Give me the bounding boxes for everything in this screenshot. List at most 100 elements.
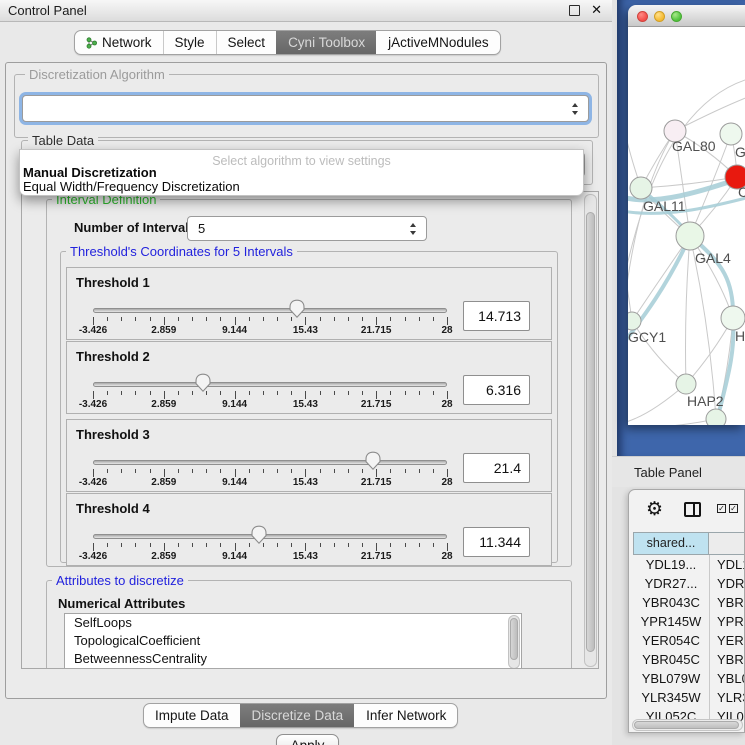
network-node-g[interactable]	[720, 123, 742, 145]
tab-cyni-toolbox[interactable]: Cyni Toolbox	[276, 31, 376, 54]
table-row[interactable]: YPR145WYPR1	[633, 612, 745, 631]
gear-icon[interactable]: ⚙	[646, 498, 663, 521]
axis-tick-label: 21.715	[361, 325, 392, 336]
network-node[interactable]	[706, 409, 726, 425]
tab-select[interactable]: Select	[216, 31, 277, 54]
cell-shared-name: YBR043C	[633, 593, 709, 612]
threshold-value-field[interactable]: 14.713	[463, 301, 530, 331]
tab-jactivemnodules[interactable]: jActiveMNodules	[376, 31, 500, 54]
threshold-value-field[interactable]: 11.344	[463, 527, 530, 557]
cell-shared-name: YER054C	[633, 631, 709, 650]
attribute-item[interactable]: BetweennessCentrality	[65, 650, 521, 668]
mac-close-button[interactable]	[637, 11, 648, 22]
application-root: Control Panel ✕ NetworkStyleSelectCyni T…	[0, 0, 745, 745]
axis-tick-label: 15.43	[293, 551, 318, 562]
number-of-intervals-value: 5	[198, 221, 404, 236]
attribute-item[interactable]: SelfLoops	[65, 614, 521, 632]
network-node-gal4[interactable]	[676, 222, 704, 250]
network-node-gal11[interactable]	[630, 177, 652, 199]
mac-zoom-button[interactable]	[671, 11, 682, 22]
tab-discretize-data[interactable]: Discretize Data	[240, 704, 355, 727]
table-row[interactable]: YLR345WYLR3	[633, 688, 745, 707]
list-scrollbar[interactable]	[508, 615, 520, 669]
cell-shared-name: YBR045C	[633, 650, 709, 669]
table-row[interactable]: YBR043CYBR0	[633, 593, 745, 612]
axis-tick-label: 21.715	[361, 551, 392, 562]
threshold-value-field[interactable]: 6.316	[463, 375, 530, 405]
slider-thumb[interactable]	[250, 525, 268, 545]
apply-button[interactable]: Apply	[276, 734, 339, 745]
algorithm-combo[interactable]	[22, 95, 589, 122]
network-window-titlebar	[628, 5, 745, 27]
slider-track[interactable]	[93, 534, 447, 539]
attribute-item[interactable]: TopologicalCoefficient	[65, 632, 521, 650]
list-scrollbar-thumb[interactable]	[510, 618, 518, 660]
table-row[interactable]: YDR27...YDR2	[633, 574, 745, 593]
pane-scrollbar-thumb[interactable]	[586, 212, 595, 652]
checkbox-icon[interactable]: ✓	[729, 504, 738, 513]
network-node-label: GCY1	[628, 329, 666, 345]
algorithm-option[interactable]: Equal Width/Frequency Discretization	[23, 180, 240, 194]
network-view-window: GAL80GCGAL11GAL4GCY1HHAP2	[628, 5, 745, 425]
table-row[interactable]: YBR045CYBR0	[633, 650, 745, 669]
slider-track[interactable]	[93, 308, 447, 313]
cell-name: YDL1	[709, 555, 745, 574]
numerical-attributes-list[interactable]: SelfLoopsTopologicalCoefficientBetweenne…	[64, 613, 522, 669]
float-window-icon[interactable]	[569, 5, 580, 16]
threshold-label: Threshold 2	[76, 349, 150, 364]
tab-impute-data[interactable]: Impute Data	[144, 704, 240, 727]
network-node-gcy1[interactable]	[628, 312, 641, 330]
slider-track[interactable]	[93, 382, 447, 387]
network-node-hap2[interactable]	[676, 374, 696, 394]
tab-label: Infer Network	[366, 704, 446, 728]
axis-tick-label: 9.144	[222, 399, 247, 410]
slider-tick-labels: -3.4262.8599.14415.4321.71528	[93, 325, 447, 337]
cell-name: YBR0	[709, 650, 745, 669]
network-canvas[interactable]: GAL80GCGAL11GAL4GCY1HHAP2	[628, 27, 745, 425]
cell-name: YBR0	[709, 593, 745, 612]
network-edge[interactable]	[632, 236, 690, 321]
tab-network[interactable]: Network	[75, 31, 163, 54]
slider-thumb[interactable]	[364, 451, 382, 471]
slider-tick-labels: -3.4262.8599.14415.4321.71528	[93, 477, 447, 489]
slider-thumb[interactable]	[194, 373, 212, 393]
table-row[interactable]: YER054CYER0	[633, 631, 745, 650]
cell-name: YLR3	[709, 688, 745, 707]
mac-minimize-button[interactable]	[654, 11, 665, 22]
pane-scrollbar[interactable]	[584, 194, 597, 667]
network-edge[interactable]	[686, 236, 691, 384]
table-rows: YDL19...YDL1YDR27...YDR2YBR043CYBR0YPR14…	[633, 555, 745, 726]
combo-arrows-icon	[410, 223, 417, 235]
algorithm-group-label: Discretization Algorithm	[25, 68, 169, 81]
cyni-toolbox-panel: Discretization Algorithm Table Data galF…	[5, 62, 607, 699]
column-view-icon[interactable]	[684, 502, 701, 517]
checkbox-icon[interactable]: ✓	[717, 504, 726, 513]
slider-tick-labels: -3.4262.8599.14415.4321.71528	[93, 551, 447, 563]
close-icon[interactable]: ✕	[591, 2, 602, 18]
slider-thumb[interactable]	[288, 299, 306, 319]
threshold-value-field[interactable]: 21.4	[463, 453, 530, 483]
cell-name: YER0	[709, 631, 745, 650]
attributes-group-label: Attributes to discretize	[52, 574, 188, 587]
cell-name: YBL0	[709, 669, 745, 688]
column-header[interactable]: na	[709, 532, 745, 555]
table-panel: ⚙ ✓ ✓ shared...na YDL19...YDL1YDR27...YD…	[628, 489, 745, 733]
threshold-label: Threshold 3	[76, 427, 150, 442]
table-hscrollbar-thumb[interactable]	[634, 721, 739, 729]
network-node-h[interactable]	[721, 306, 745, 330]
tab-infer-network[interactable]: Infer Network	[354, 704, 457, 727]
table-row[interactable]: YDL19...YDL1	[633, 555, 745, 574]
cell-shared-name: YDR27...	[633, 574, 709, 593]
table-hscrollbar[interactable]	[632, 719, 743, 731]
algorithm-option[interactable]: Manual Discretization	[23, 166, 157, 180]
tab-style[interactable]: Style	[163, 31, 216, 54]
number-of-intervals-combo[interactable]: 5	[187, 216, 427, 241]
slider-track[interactable]	[93, 460, 447, 465]
table-row[interactable]: YBL079WYBL0	[633, 669, 745, 688]
network-edge[interactable]	[628, 131, 675, 327]
threshold-panel: Threshold 3 -3.4262.8599.14415.4321.7152…	[66, 419, 552, 492]
axis-tick-label: 21.715	[361, 477, 392, 488]
network-node-label: H	[735, 328, 745, 344]
column-header[interactable]: shared...	[633, 532, 709, 555]
network-icon	[86, 37, 97, 49]
